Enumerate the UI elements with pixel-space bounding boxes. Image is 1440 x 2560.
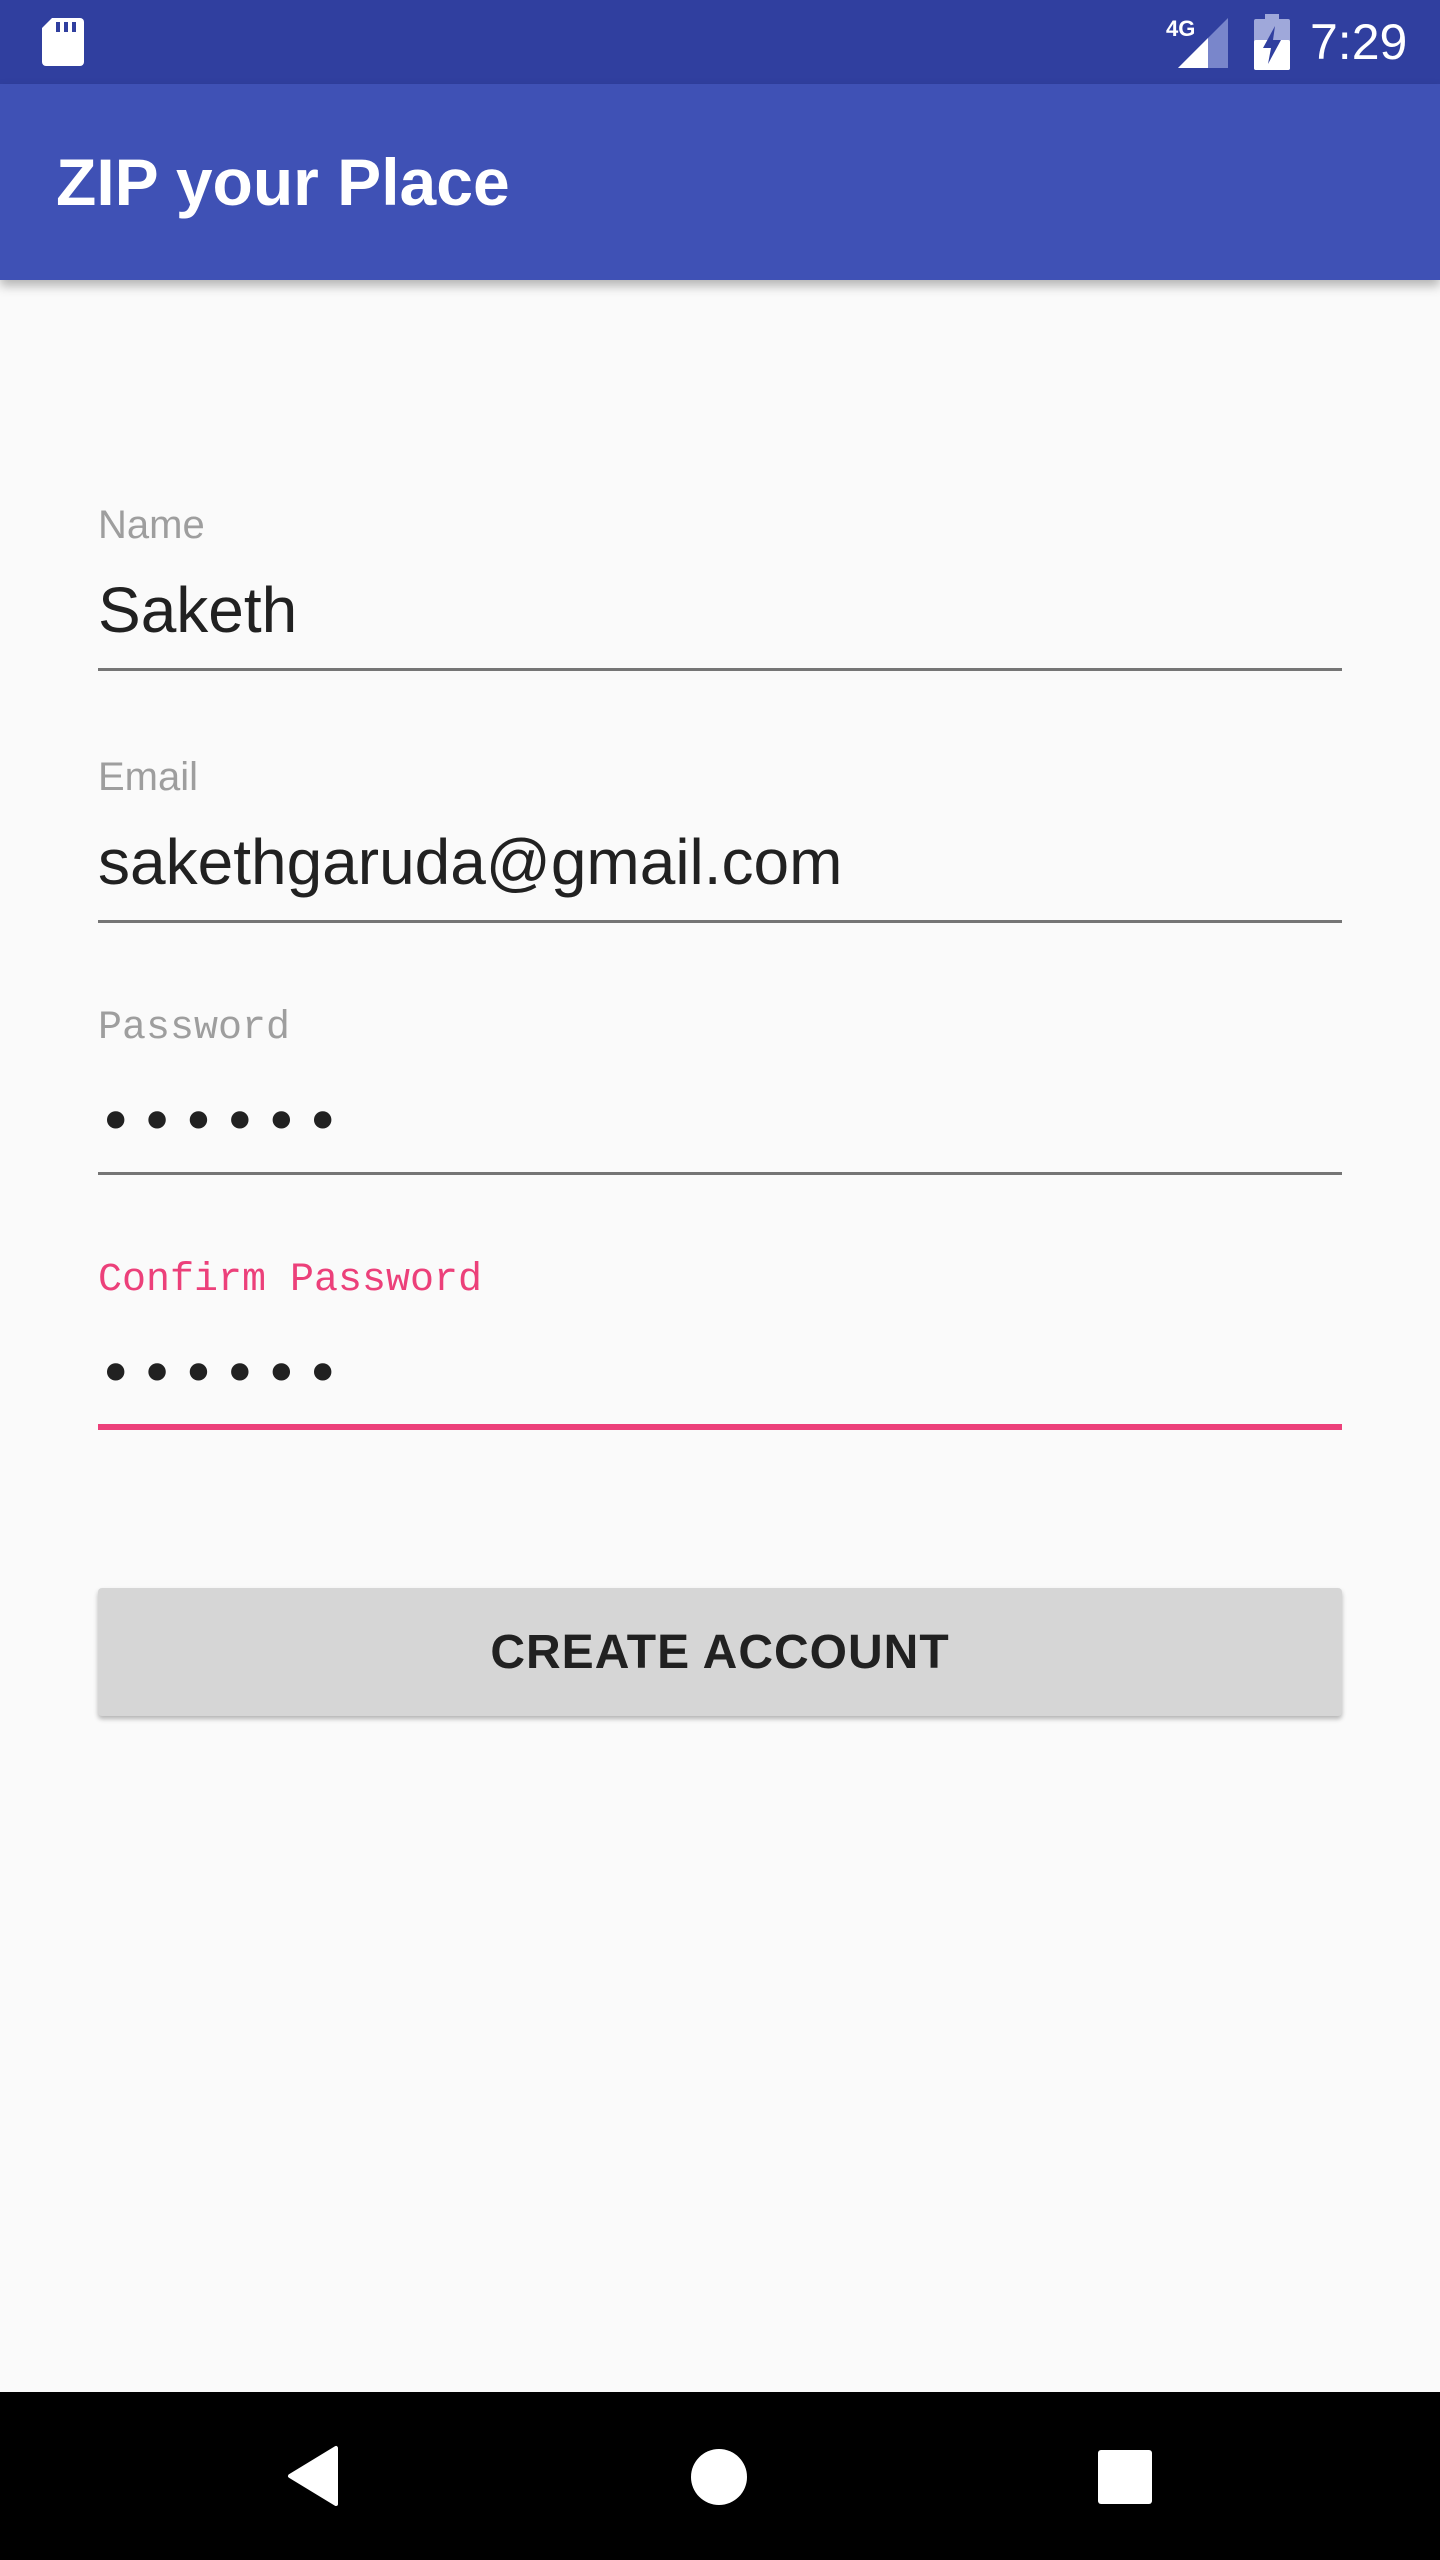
status-bar: 4G 7:29 [0, 0, 1440, 84]
navigation-bar [0, 2392, 1440, 2560]
email-label: Email [98, 755, 199, 799]
create-account-screen: 4G 7:29 ZIP your Place Name Saketh Email… [0, 0, 1440, 2560]
name-input[interactable]: Saketh [98, 570, 297, 650]
password-input[interactable]: •••••• [98, 1082, 346, 1162]
battery-charging-icon [1254, 14, 1290, 70]
status-clock: 7:29 [1310, 14, 1408, 70]
recents-icon[interactable] [1098, 2450, 1152, 2504]
confirm-password-label: Confirm Password [98, 1258, 483, 1303]
back-icon[interactable] [286, 2444, 342, 2508]
app-title: ZIP your Place [56, 145, 510, 219]
name-underline [98, 668, 1342, 671]
password-label: Password [98, 1006, 291, 1051]
email-input[interactable]: sakethgaruda@gmail.com [98, 822, 842, 902]
create-account-button[interactable]: CREATE ACCOUNT [98, 1588, 1342, 1716]
password-underline [98, 1172, 1342, 1175]
email-field[interactable]: Email sakethgaruda@gmail.com [98, 752, 1342, 932]
confirm-password-field[interactable]: Confirm Password •••••• [98, 1256, 1342, 1436]
app-bar: ZIP your Place [0, 84, 1440, 280]
network-type-label: 4G [1166, 16, 1195, 41]
confirm-password-input[interactable]: •••••• [98, 1334, 346, 1414]
home-icon[interactable] [690, 2448, 748, 2506]
sd-card-icon [42, 18, 84, 66]
name-field[interactable]: Name Saketh [98, 500, 1342, 680]
email-underline [98, 920, 1342, 923]
cellular-signal-icon: 4G [1166, 16, 1228, 68]
confirm-password-underline [98, 1424, 1342, 1430]
password-field[interactable]: Password •••••• [98, 1004, 1342, 1184]
name-label: Name [98, 503, 205, 547]
